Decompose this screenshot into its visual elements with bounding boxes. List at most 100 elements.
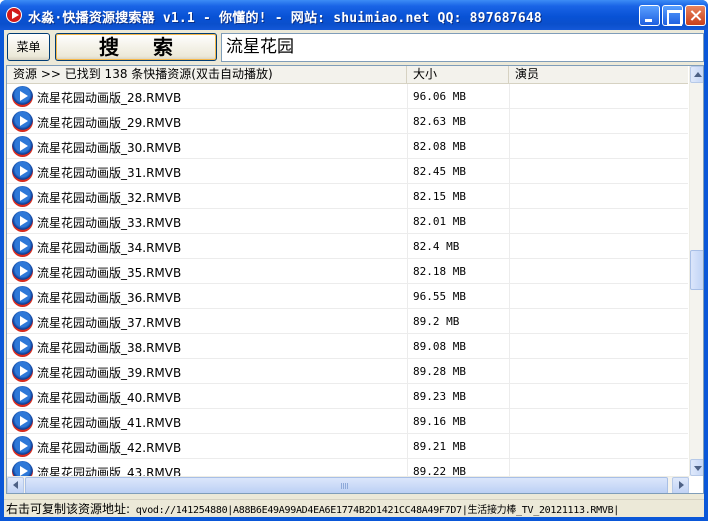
resource-size: 89.16 MB (413, 415, 466, 428)
list-item[interactable]: 流星花园动画版_42.RMVB 89.21 MB (7, 434, 688, 459)
resource-name: 流星花园动画版_31.RMVB (37, 166, 182, 180)
column-divider (407, 134, 408, 159)
status-bar: 右击可复制该资源地址: qvod://141254880|A88B6E49A99… (4, 499, 704, 517)
qvod-play-icon (12, 261, 33, 282)
resource-size: 89.23 MB (413, 390, 466, 403)
resource-name: 流星花园动画版_30.RMVB (37, 141, 182, 155)
scroll-up-icon[interactable] (690, 66, 703, 83)
list-item[interactable]: 流星花园动画版_29.RMVB 82.63 MB (7, 109, 688, 134)
column-divider (407, 184, 408, 209)
resource-name: 流星花园动画版_32.RMVB (37, 191, 182, 205)
qvod-play-icon (12, 211, 33, 232)
qvod-play-icon (12, 411, 33, 432)
resource-size: 82.18 MB (413, 265, 466, 278)
qvod-play-icon (12, 111, 33, 132)
qvod-play-icon (12, 361, 33, 382)
list-item[interactable]: 流星花园动画版_32.RMVB 82.15 MB (7, 184, 688, 209)
search-input[interactable]: 流星花园 (221, 33, 704, 62)
list-header: 资源 >> 已找到 138 条快播资源(双击自动播放) 大小 演员 (7, 66, 688, 84)
list-item[interactable]: 流星花园动画版_31.RMVB 82.45 MB (7, 159, 688, 184)
client-area: 菜单 搜索 流星花园 资源 >> 已找到 138 条快播资源(双击自动播放) 大… (4, 30, 704, 517)
list-item[interactable]: 流星花园动画版_39.RMVB 89.28 MB (7, 359, 688, 384)
column-divider (509, 309, 510, 334)
column-divider (509, 384, 510, 409)
app-logo-icon (6, 7, 22, 23)
close-button[interactable] (685, 5, 706, 26)
resource-name: 流星花园动画版_28.RMVB (37, 91, 182, 105)
list-rows: 流星花园动画版_28.RMVB 96.06 MB 流星花园动画版_29.RMVB 82… (7, 84, 688, 493)
column-divider (509, 134, 510, 159)
resource-size: 89.21 MB (413, 440, 466, 453)
resource-address[interactable]: qvod://141254880|A88B6E49A99AD4EA6E1774B… (130, 505, 620, 516)
column-divider (407, 259, 408, 284)
list-item[interactable]: 流星花园动画版_28.RMVB 96.06 MB (7, 84, 688, 109)
column-divider (509, 209, 510, 234)
column-divider (407, 409, 408, 434)
resource-size: 89.2 MB (413, 315, 460, 328)
resource-size: 82.01 MB (413, 215, 466, 228)
resource-size: 96.55 MB (413, 290, 466, 303)
column-divider (407, 309, 408, 334)
resource-size: 89.28 MB (413, 365, 466, 378)
column-divider (509, 184, 510, 209)
column-divider (407, 284, 408, 309)
vertical-scrollbar[interactable] (689, 66, 703, 476)
resource-size: 82.08 MB (413, 140, 466, 153)
list-item[interactable]: 流星花园动画版_30.RMVB 82.08 MB (7, 134, 688, 159)
scroll-left-icon[interactable] (7, 477, 24, 493)
resource-name: 流星花园动画版_42.RMVB (37, 441, 182, 455)
window-title: 水淼·快播资源搜索器 v1.1 - 你懂的! - 网站: shuimiao.ne… (28, 11, 542, 26)
list-item[interactable]: 流星花园动画版_36.RMVB 96.55 MB (7, 284, 688, 309)
title-bar[interactable]: 水淼·快播资源搜索器 v1.1 - 你懂的! - 网站: shuimiao.ne… (0, 0, 708, 30)
resource-name: 流星花园动画版_35.RMVB (37, 266, 182, 280)
horizontal-scrollbar[interactable] (7, 476, 689, 493)
menu-button[interactable]: 菜单 (7, 33, 50, 61)
column-divider (407, 159, 408, 184)
column-divider (509, 409, 510, 434)
resource-size: 82.15 MB (413, 190, 466, 203)
list-item[interactable]: 流星花园动画版_41.RMVB 89.16 MB (7, 409, 688, 434)
resource-name: 流星花园动画版_33.RMVB (37, 216, 182, 230)
list-item[interactable]: 流星花园动画版_35.RMVB 82.18 MB (7, 259, 688, 284)
scroll-down-icon[interactable] (690, 459, 703, 476)
column-header-actor[interactable]: 演员 (509, 66, 688, 84)
list-item[interactable]: 流星花园动画版_38.RMVB 89.08 MB (7, 334, 688, 359)
qvod-play-icon (12, 336, 33, 357)
resource-name: 流星花园动画版_29.RMVB (37, 116, 182, 130)
column-divider (407, 334, 408, 359)
qvod-play-icon (12, 286, 33, 307)
app-window: 水淼·快播资源搜索器 v1.1 - 你懂的! - 网站: shuimiao.ne… (0, 0, 708, 521)
column-header-size[interactable]: 大小 (407, 66, 509, 84)
resource-name: 流星花园动画版_36.RMVB (37, 291, 182, 305)
maximize-button[interactable] (662, 5, 683, 26)
column-divider (407, 384, 408, 409)
list-item[interactable]: 流星花园动画版_34.RMVB 82.4 MB (7, 234, 688, 259)
column-divider (509, 109, 510, 134)
scroll-right-icon[interactable] (672, 477, 689, 493)
list-item[interactable]: 流星花园动画版_37.RMVB 89.2 MB (7, 309, 688, 334)
list-item[interactable]: 流星花园动画版_40.RMVB 89.23 MB (7, 384, 688, 409)
column-divider (509, 359, 510, 384)
status-label: 右击可复制该资源地址: (6, 502, 131, 516)
search-button[interactable]: 搜索 (55, 33, 217, 61)
vertical-scroll-thumb[interactable] (690, 250, 703, 290)
horizontal-scroll-thumb[interactable] (25, 477, 668, 493)
resource-size: 82.63 MB (413, 115, 466, 128)
resource-name: 流星花园动画版_40.RMVB (37, 391, 182, 405)
qvod-play-icon (12, 436, 33, 457)
column-divider (407, 234, 408, 259)
results-list[interactable]: 资源 >> 已找到 138 条快播资源(双击自动播放) 大小 演员 流星花园动画… (6, 65, 704, 494)
resource-name: 流星花园动画版_34.RMVB (37, 241, 182, 255)
resource-name: 流星花园动画版_41.RMVB (37, 416, 182, 430)
column-divider (509, 159, 510, 184)
column-divider (509, 334, 510, 359)
list-item[interactable]: 流星花园动画版_33.RMVB 82.01 MB (7, 209, 688, 234)
qvod-play-icon (12, 136, 33, 157)
column-header-resource[interactable]: 资源 >> 已找到 138 条快播资源(双击自动播放) (7, 66, 407, 84)
qvod-play-icon (12, 86, 33, 107)
column-divider (407, 209, 408, 234)
column-divider (407, 434, 408, 459)
qvod-play-icon (12, 311, 33, 332)
minimize-button[interactable] (639, 5, 660, 26)
column-divider (509, 434, 510, 459)
